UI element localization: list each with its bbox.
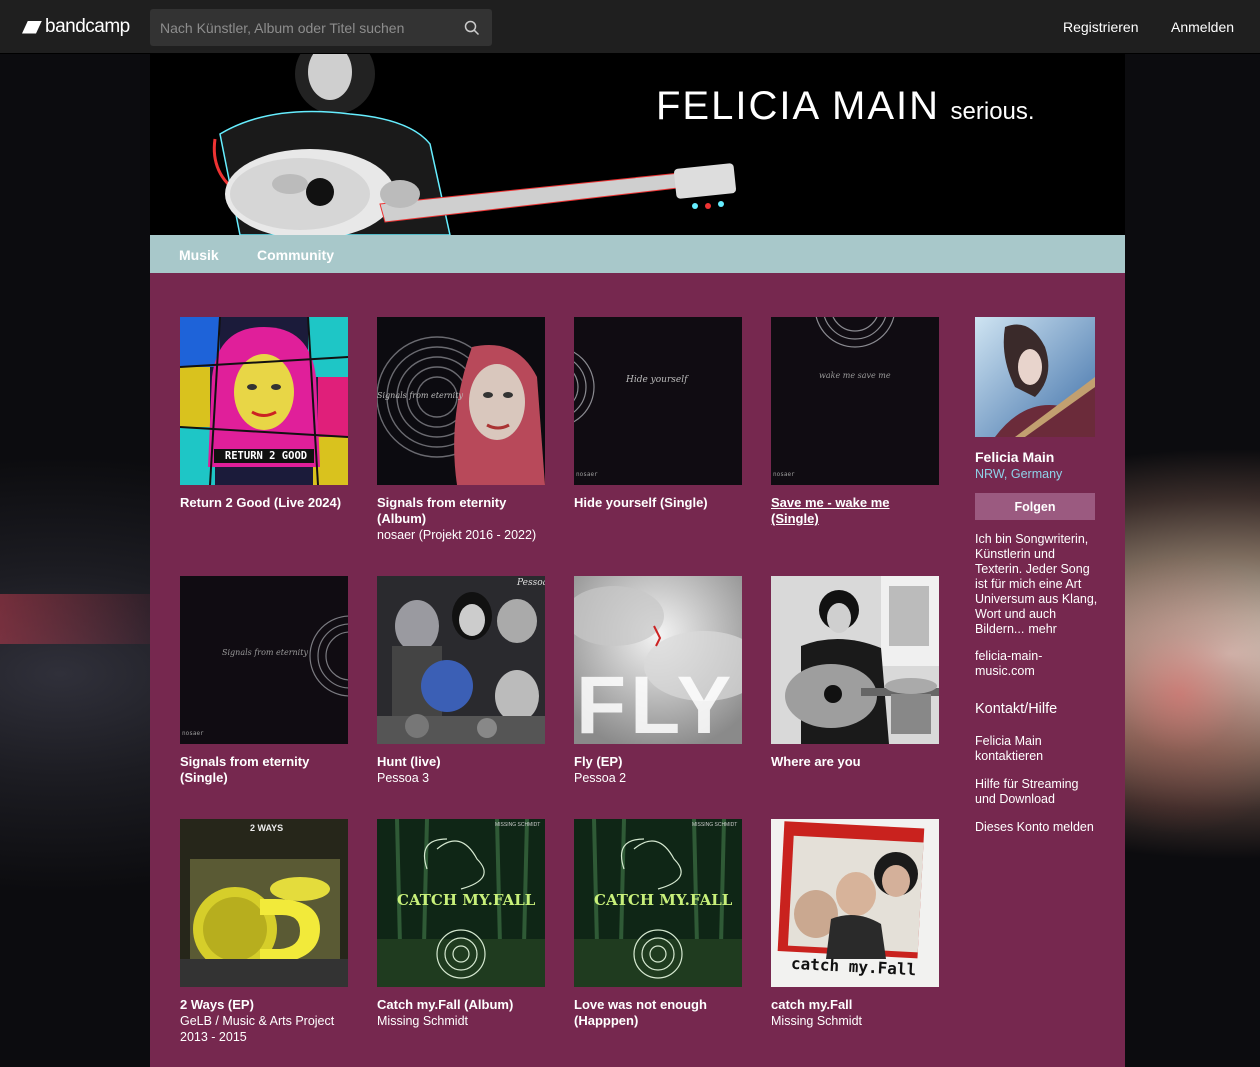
artist-photo[interactable] [975, 317, 1095, 437]
album-title[interactable]: Save me - wake me (Single) [771, 495, 936, 527]
album-cover[interactable]: Signals from eternity nosaer [180, 576, 348, 744]
album-cover[interactable]: 2 WAYS [180, 819, 348, 987]
album-item[interactable]: Signals from eternity Signals from etern… [377, 317, 547, 543]
artist-header-image: FELICIA MAIN serious. [150, 54, 1125, 235]
tab-music[interactable]: Musik [179, 247, 219, 263]
cover-label: nosaer [773, 471, 795, 478]
report-account-link[interactable]: Dieses Konto melden [975, 820, 1100, 835]
top-bar: bandcamp Registrieren Anmelden [0, 0, 1260, 54]
album-cover[interactable]: RETURN 2 GOOD [180, 317, 348, 485]
artist-location: NRW, Germany [975, 467, 1063, 481]
header-photo [150, 54, 1125, 235]
album-cover[interactable]: Pessoa [377, 576, 545, 744]
header-tagline: serious. [950, 98, 1035, 125]
album-title[interactable]: Signals from eternity (Album) [377, 495, 542, 527]
cover-text: RETURN 2 GOOD [224, 450, 308, 462]
album-item[interactable]: Signals from eternity nosaer Signals fro… [180, 576, 350, 786]
album-title[interactable]: Fly (EP) [574, 754, 739, 770]
album-cover[interactable]: wake me save me nosaer [771, 317, 939, 485]
album-title[interactable]: catch my.Fall [771, 997, 936, 1013]
album-cover[interactable]: Hide yourself nosaer [574, 317, 742, 485]
album-title[interactable]: Catch my.Fall (Album) [377, 997, 542, 1013]
search-icon[interactable] [452, 9, 492, 46]
artist-bio: Ich bin Songwriterin, Künstlerin und Tex… [975, 532, 1099, 637]
search-box [150, 9, 492, 46]
header-title: FELICIA MAIN serious. [656, 84, 1035, 129]
bio-more-link[interactable]: mehr [1028, 622, 1056, 636]
album-item[interactable]: wake me save me nosaer Save me - wake me… [771, 317, 941, 527]
album-artist: Pessoa 2 [574, 771, 627, 785]
album-title[interactable]: 2 Ways (EP) [180, 997, 345, 1013]
bio-text: Ich bin Songwriterin, Künstlerin und Tex… [975, 532, 1098, 636]
cover-text: Signals from eternity [222, 648, 308, 657]
artist-page: FELICIA MAIN serious. Musik Community RE… [150, 54, 1125, 1067]
album-item[interactable]: FLY Fly (EP) Pessoa 2 [574, 576, 744, 786]
cover-text: CATCH MY.FALL [594, 891, 733, 909]
cover-label: MISSING SCHMIDT [495, 822, 541, 828]
contact-artist-link[interactable]: Felicia Main kontaktieren [975, 734, 1100, 764]
artist-sidebar: Felicia Main NRW, Germany Folgen Ich bin… [975, 317, 1100, 835]
cover-label: MISSING SCHMIDT [692, 822, 738, 828]
album-title[interactable]: Signals from eternity (Single) [180, 754, 345, 786]
artist-website-link[interactable]: felicia-main-music.com [975, 649, 1100, 679]
album-artist: Pessoa 3 [377, 771, 430, 785]
album-artist: Missing Schmidt [377, 1014, 468, 1028]
album-cover[interactable]: catch my.Fall [771, 819, 939, 987]
album-item[interactable]: catch my.Fall catch my.Fall Missing Schm… [771, 819, 941, 1029]
album-item[interactable]: Where are you [771, 576, 941, 770]
bandcamp-logo-icon [22, 20, 42, 34]
album-item[interactable]: 2 WAYS 2 Ways (EP) GeLB / Music & Arts P… [180, 819, 350, 1045]
album-item[interactable]: RETURN 2 GOOD Return 2 Good (Live 2024) [180, 317, 350, 511]
cover-text: CATCH MY.FALL [397, 891, 536, 909]
tab-community[interactable]: Community [257, 247, 334, 263]
follow-button[interactable]: Folgen [975, 493, 1095, 520]
help-link[interactable]: Hilfe für Streaming und Download [975, 777, 1100, 807]
search-input[interactable] [150, 9, 452, 46]
album-cover[interactable] [771, 576, 939, 744]
album-item[interactable]: CATCH MY.FALL MISSING SCHMIDT Catch my.F… [377, 819, 547, 1029]
cover-text: Hide yourself [626, 375, 688, 385]
album-cover[interactable]: Signals from eternity [377, 317, 545, 485]
album-cover[interactable]: FLY [574, 576, 742, 744]
artist-name: Felicia Main [975, 449, 1055, 465]
register-link[interactable]: Registrieren [1063, 19, 1138, 35]
album-item[interactable]: CATCH MY.FALL MISSING SCHMIDT Love was n… [574, 819, 744, 1029]
cover-text: FLY [576, 660, 736, 745]
album-artist: Missing Schmidt [771, 1014, 862, 1028]
contact-heading: Kontakt/Hilfe [975, 701, 1058, 717]
login-link[interactable]: Anmelden [1171, 19, 1234, 35]
album-title[interactable]: Return 2 Good (Live 2024) [180, 495, 345, 511]
album-title[interactable]: Where are you [771, 754, 936, 770]
cover-label: nosaer [576, 471, 598, 478]
album-title[interactable]: Hide yourself (Single) [574, 495, 739, 511]
album-title[interactable]: Love was not enough (Happpen) [574, 997, 739, 1029]
cover-text: Signals from eternity [377, 391, 463, 400]
album-cover[interactable]: CATCH MY.FALL MISSING SCHMIDT [574, 819, 742, 987]
bandcamp-logo[interactable]: bandcamp [22, 15, 130, 39]
cover-text: 2 WAYS [250, 823, 284, 833]
logo-text: bandcamp [45, 16, 130, 37]
album-title[interactable]: Hunt (live) [377, 754, 542, 770]
album-cover[interactable]: CATCH MY.FALL MISSING SCHMIDT [377, 819, 545, 987]
album-artist: GeLB / Music & Arts Project 2013 - 2015 [180, 1014, 335, 1044]
album-item[interactable]: Hide yourself nosaer Hide yourself (Sing… [574, 317, 744, 511]
header-artist-name: FELICIA MAIN [656, 84, 941, 128]
cover-label: nosaer [182, 730, 204, 737]
cover-text: Pessoa [517, 578, 545, 588]
cover-text: wake me save me [819, 371, 891, 380]
artist-nav: Musik Community [150, 235, 1125, 273]
album-item[interactable]: Pessoa Hunt (live) Pessoa 3 [377, 576, 547, 786]
album-artist: nosaer (Projekt 2016 - 2022) [377, 528, 537, 542]
